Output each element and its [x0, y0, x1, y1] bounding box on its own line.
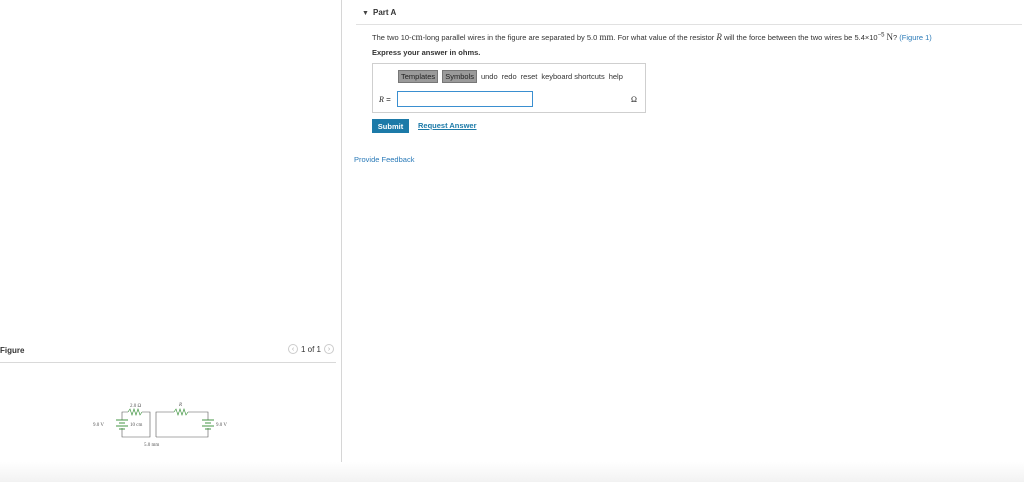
reset-button[interactable]: reset [521, 72, 538, 81]
chevron-left-icon[interactable]: ‹ [287, 344, 298, 354]
separation-label: 5.0 mm [144, 443, 159, 448]
right-resistor-zigzag [173, 408, 189, 416]
symbols-button[interactable]: Symbols [442, 70, 477, 83]
circuit-figure: 2.0 Ω R 9.0 V 9.0 V 10 cm 5.0 mm [93, 403, 227, 448]
unit-label: Ω [631, 95, 637, 104]
figure-pane: Figure ‹ 1 of 1 › 2.0 Ω R 9.0 V 9.0 V 10… [0, 0, 341, 482]
right-battery-label: 9.0 V [216, 423, 227, 428]
right-resistor-label: R [178, 403, 182, 408]
redo-button[interactable]: redo [502, 72, 517, 81]
caret-down-icon[interactable]: ▼ [362, 10, 369, 17]
wire-length-label: 10 cm [130, 423, 142, 428]
question-text: The two 10-cm-long parallel wires in the… [372, 32, 932, 42]
left-resistor-zigzag [127, 408, 143, 416]
help-button[interactable]: help [609, 72, 623, 81]
math-toolbar: Templates Symbols undo redo reset keyboa… [398, 70, 623, 83]
left-resistor-label: 2.0 Ω [130, 404, 142, 409]
chevron-right-icon[interactable]: › [324, 344, 334, 354]
question-pane: ▼ Part A The two 10-cm-long parallel wir… [342, 0, 1024, 482]
figure-label: Figure [0, 346, 25, 355]
figure-link[interactable]: (Figure 1) [899, 33, 932, 42]
part-title: Part A [373, 8, 397, 17]
undo-button[interactable]: undo [481, 72, 498, 81]
figure-pager: ‹ 1 of 1 › [287, 344, 334, 354]
bottom-band [0, 462, 1024, 482]
answer-box: Templates Symbols undo redo reset keyboa… [372, 63, 646, 113]
submit-button[interactable]: Submit [372, 119, 409, 133]
keyboard-shortcuts-button[interactable]: keyboard shortcuts [541, 72, 604, 81]
instruction-text: Express your answer in ohms. [372, 48, 481, 57]
answer-label: R = [379, 95, 391, 104]
figure-header: Figure ‹ 1 of 1 › [0, 344, 336, 363]
pager-text: 1 of 1 [300, 344, 321, 354]
answer-input[interactable] [397, 91, 533, 107]
templates-button[interactable]: Templates [398, 70, 439, 83]
part-header[interactable]: ▼ Part A [356, 4, 1022, 25]
request-answer-link[interactable]: Request Answer [418, 121, 477, 130]
provide-feedback-link[interactable]: Provide Feedback [354, 155, 414, 164]
left-battery-label: 9.0 V [93, 423, 104, 428]
